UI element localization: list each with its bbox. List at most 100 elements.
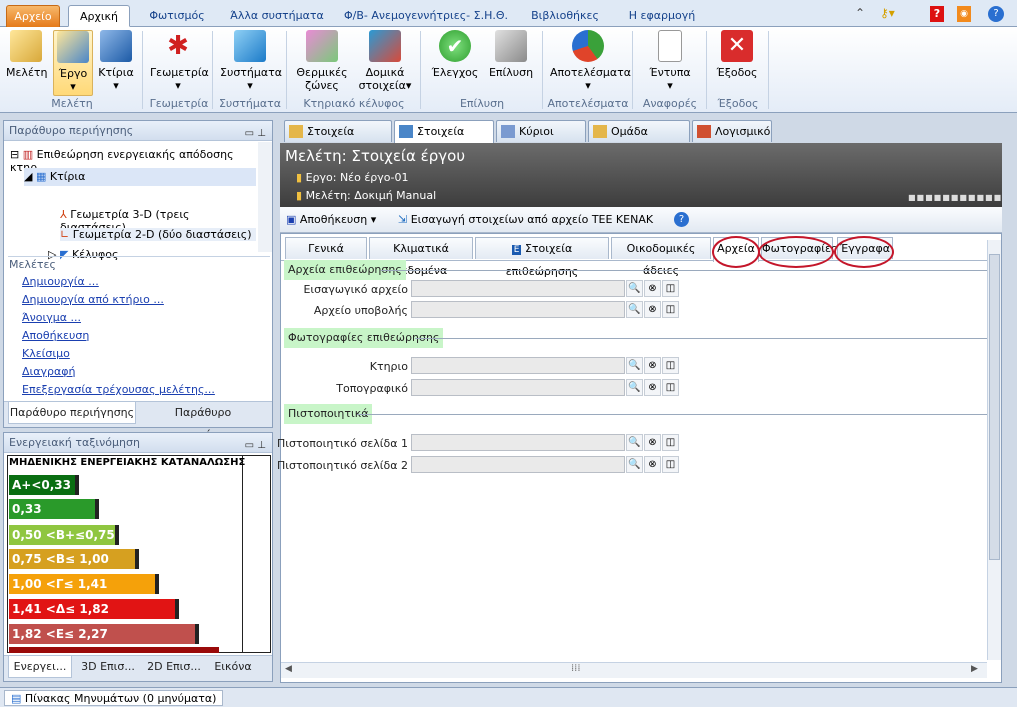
tab-navigation-window[interactable]: Παράθυρο περιήγησης <box>8 402 136 424</box>
tree-scrollbar[interactable] <box>258 142 272 252</box>
attach-icon[interactable]: ◫ <box>662 379 679 396</box>
help-icon[interactable]: ? <box>674 212 689 227</box>
tree-item-geometry-2d[interactable]: ∟ Γεωμετρία 2-D (δύο διαστάσεις) <box>60 228 256 241</box>
subtab-permits[interactable]: Οικοδομικές άδειες <box>611 237 711 277</box>
structural-elements-button[interactable]: Δομικά στοιχεία▾ <box>356 30 414 92</box>
navigation-bottom-tabs: Παράθυρο περιήγησης Παράθυρο τεκμηρίωσης <box>4 401 272 441</box>
buildings-button[interactable]: Κτίρια ▾ <box>96 30 136 92</box>
attach-icon[interactable]: ◫ <box>662 301 679 318</box>
systems-button[interactable]: Συστήματα ▾ <box>220 30 282 92</box>
check-button[interactable]: ✔ Έλεγχος <box>428 30 482 79</box>
tab-home[interactable]: Αρχική <box>68 5 130 27</box>
keys-icon[interactable]: ⚷▾ <box>880 6 895 22</box>
search-icon[interactable]: 🔍 <box>626 456 643 473</box>
vertical-scrollbar[interactable] <box>987 240 1001 660</box>
doc-tab-software[interactable]: Λογισμικό <box>692 120 772 142</box>
clear-icon[interactable]: ⊗ <box>644 301 661 318</box>
pin-icon[interactable]: ▭ ⊥ <box>245 124 266 143</box>
subtab-climate[interactable]: Κλιματικά δεδομένα <box>369 237 473 277</box>
tab-application[interactable]: Η εφαρμογή <box>618 5 706 27</box>
scroll-left-icon[interactable]: ◀ <box>285 664 292 674</box>
intro-file-field[interactable] <box>411 280 625 297</box>
project-button[interactable]: Έργο ▾ <box>53 30 93 96</box>
attach-icon[interactable]: ◫ <box>662 434 679 451</box>
building-photo-field[interactable] <box>411 357 625 374</box>
doc-tab-study-data[interactable]: Στοιχεία μελέτης <box>284 120 392 159</box>
minimize-ribbon-icon[interactable]: ⌃ <box>855 6 865 22</box>
clear-icon[interactable]: ⊗ <box>644 280 661 297</box>
attach-icon[interactable]: ◫ <box>662 456 679 473</box>
search-icon[interactable]: 🔍 <box>626 301 643 318</box>
attach-icon[interactable]: ◫ <box>662 280 679 297</box>
rss-icon[interactable]: ◉ <box>957 6 971 22</box>
tab-other-systems[interactable]: Άλλα συστήματα <box>222 5 332 27</box>
clear-icon[interactable]: ⊗ <box>644 456 661 473</box>
clear-icon[interactable]: ⊗ <box>644 357 661 374</box>
certificate-page-2-field[interactable] <box>411 456 625 473</box>
link-open[interactable]: Άνοιγμα ... <box>22 311 81 324</box>
tab-documentation-window[interactable]: Παράθυρο τεκμηρίωσης <box>138 402 268 441</box>
link-close[interactable]: Κλείσιμο <box>22 347 70 360</box>
save-button[interactable]: ▣ Αποθήκευση ▾ <box>286 213 376 226</box>
study-button[interactable]: Μελέτη <box>6 30 48 79</box>
search-icon[interactable]: 🔍 <box>626 280 643 297</box>
clear-icon[interactable]: ⊗ <box>644 434 661 451</box>
vertical-scroll-thumb[interactable] <box>989 254 1000 560</box>
solve-button[interactable]: Επίλυση <box>488 30 534 79</box>
tab-2d-view[interactable]: 2D Επισ... <box>142 656 206 678</box>
tab-lighting[interactable]: Φωτισμός <box>138 5 216 27</box>
results-button[interactable]: Αποτελέσματα ▾ <box>550 30 631 92</box>
link-delete[interactable]: Διαγραφή <box>22 365 75 378</box>
tab-image[interactable]: Εικόνα <box>208 656 258 678</box>
tab-pv-wind[interactable]: Φ/Β- Ανεμογεννήτριες- Σ.Η.Θ. <box>338 5 514 27</box>
scroll-right-icon[interactable]: ▶ <box>971 664 978 674</box>
subtab-inspection[interactable]: E Στοιχεία επιθεώρησης <box>475 237 609 278</box>
search-icon[interactable]: 🔍 <box>626 379 643 396</box>
tree-item-envelope[interactable]: ▷ ◤ Κέλυφος <box>48 248 118 261</box>
energy-panel-header: Ενεργειακή ταξινόμηση ▭ ⊥ <box>4 433 272 453</box>
doc-tab-project-owners[interactable]: Κύριοι έργου <box>496 120 586 159</box>
help-icon[interactable]: ? <box>988 6 1004 22</box>
horizontal-scrollbar[interactable]: ◀ ▶ ⁞⁞⁞ <box>281 662 987 678</box>
tab-file[interactable]: Αρχείο <box>6 5 60 27</box>
annotation-circle <box>712 236 760 268</box>
submission-file-field[interactable] <box>411 301 625 318</box>
thermal-zones-button[interactable]: Θερμικές ζώνες <box>294 30 350 92</box>
link-edit-current[interactable]: Επεξεργασία τρέχουσας μελέτης... <box>22 383 215 396</box>
tab-libraries[interactable]: Βιβλιοθήκες <box>520 5 610 27</box>
scroll-grip-icon[interactable]: ⁞⁞⁞ <box>571 663 581 674</box>
study-line: ▮ Μελέτη: Δοκιμή Manual <box>296 189 437 202</box>
group-label-geometry: Γεωμετρία <box>149 97 209 110</box>
messages-panel-button[interactable]: ▤ Πίνακας Μηνυμάτων (0 μηνύματα) <box>4 690 224 706</box>
import-tee-button[interactable]: ⇲ Εισαγωγή στοιχείων από αρχείο ΤΕΕ ΚΕΝΑ… <box>398 213 653 226</box>
search-icon[interactable]: 🔍 <box>626 357 643 374</box>
ribbon-separator <box>706 31 707 109</box>
field-label-topographic: Τοπογραφικό <box>336 382 408 395</box>
link-save[interactable]: Αποθήκευση <box>22 329 89 342</box>
topographic-photo-field[interactable] <box>411 379 625 396</box>
ribbon-separator <box>420 31 421 109</box>
forms-button[interactable]: Έντυπα ▾ <box>640 30 700 92</box>
energy-band-c: 1,00 <Γ≤ 1,41 <box>9 574 159 594</box>
doc-tab-study-team[interactable]: Ομάδα μελέτης <box>588 120 690 159</box>
search-icon[interactable]: 🔍 <box>626 434 643 451</box>
certificate-page-1-field[interactable] <box>411 434 625 451</box>
link-create[interactable]: Δημιουργία ... <box>22 275 99 288</box>
tree-item-buildings[interactable]: ◢ ▦ Κτίρια <box>24 168 256 186</box>
document-tab-strip: Στοιχεία μελέτης Στοιχεία έργου Κύριοι έ… <box>280 120 1010 159</box>
folder-icon <box>10 30 42 62</box>
tab-3d-view[interactable]: 3D Επισ... <box>76 656 140 678</box>
exit-button[interactable]: ✕ Έξοδος <box>712 30 762 79</box>
project-icon <box>399 125 413 138</box>
group-label-solve: Επίλυση <box>459 97 505 110</box>
geometry-button[interactable]: ✱ Γεωμετρία ▾ <box>150 30 209 92</box>
help-red-icon[interactable]: ? <box>930 6 944 22</box>
doc-tab-project-data[interactable]: Στοιχεία έργου <box>394 120 494 159</box>
tab-energy[interactable]: Ενεργει... <box>8 656 72 678</box>
clear-icon[interactable]: ⊗ <box>644 379 661 396</box>
link-create-from-building[interactable]: Δημιουργία από κτήριο ... <box>22 293 164 306</box>
energy-classification-panel: Ενεργειακή ταξινόμηση ▭ ⊥ ΜΗΔΕΝΙΚΗΣ ΕΝΕΡΓ… <box>3 432 273 682</box>
subtab-general[interactable]: Γενικά στοιχεία <box>285 237 367 277</box>
attach-icon[interactable]: ◫ <box>662 357 679 374</box>
navigation-panel-header: Παράθυρο περιήγησης ▭ ⊥ <box>4 121 272 141</box>
